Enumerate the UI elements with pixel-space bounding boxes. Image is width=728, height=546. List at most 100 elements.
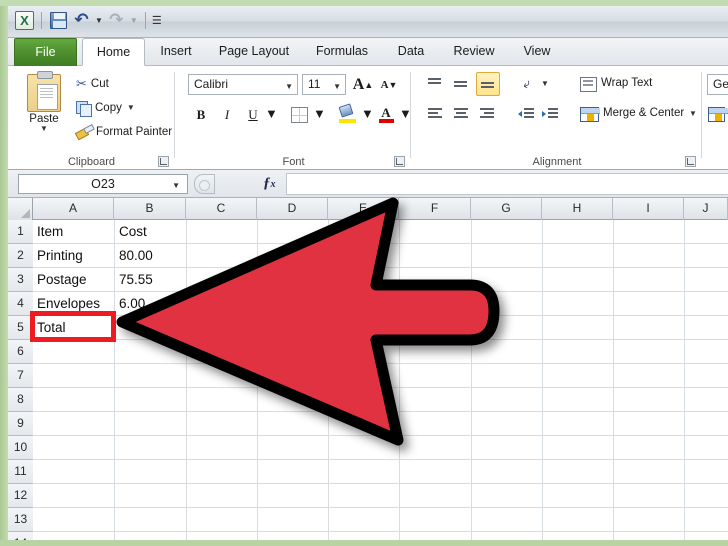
font-group-label: Font	[282, 156, 305, 168]
column-header-e[interactable]: E	[328, 198, 399, 220]
qat-customize-icon[interactable]: ☰	[152, 14, 162, 27]
tab-file[interactable]: File	[14, 38, 77, 66]
orientation-button[interactable]: ⤶	[516, 74, 538, 94]
paste-dropdown-icon[interactable]: ▼	[18, 125, 70, 133]
number-format-box[interactable]: Ge	[707, 74, 728, 95]
undo-dropdown-icon[interactable]: ▼	[94, 16, 104, 25]
bold-button[interactable]: B	[190, 104, 212, 126]
redo-icon[interactable]: ↷	[106, 10, 127, 31]
excel-logo-icon[interactable]: X	[14, 10, 35, 31]
copy-dropdown-icon[interactable]: ▼	[126, 104, 136, 112]
select-all-corner[interactable]	[8, 198, 33, 220]
decrease-indent-button[interactable]	[516, 104, 536, 124]
row-header-6[interactable]: 6	[8, 340, 33, 364]
cell-b4[interactable]: 6.00	[115, 292, 186, 316]
redo-glyph: ↷	[109, 10, 124, 30]
row-header-8[interactable]: 8	[8, 388, 33, 412]
save-icon[interactable]	[48, 10, 69, 31]
formula-input[interactable]	[286, 173, 728, 195]
row-header-12[interactable]: 12	[8, 484, 33, 508]
column-header-g[interactable]: G	[471, 198, 542, 220]
clipboard-dialog-launcher[interactable]	[158, 156, 169, 167]
row-header-9[interactable]: 9	[8, 412, 33, 436]
cell-b2[interactable]: 80.00	[115, 244, 186, 268]
name-box-dropdown-icon[interactable]: ▼	[172, 181, 180, 190]
font-dialog-launcher[interactable]	[394, 156, 405, 167]
worksheet-grid[interactable]: A B C D E F G H I J 1 2 3 4 5 6 7 8 9 10…	[8, 198, 728, 540]
fill-color-button[interactable]	[336, 102, 358, 126]
align-right-button[interactable]	[476, 104, 498, 124]
tab-data[interactable]: Data	[384, 38, 438, 66]
shrink-font-button[interactable]: A ▼	[378, 74, 400, 95]
redo-dropdown-icon[interactable]: ▼	[129, 16, 139, 25]
merge-center-label[interactable]: Merge & Center	[603, 107, 684, 119]
column-header-i[interactable]: I	[613, 198, 684, 220]
font-color-letter: A	[381, 105, 391, 120]
align-center-button[interactable]	[450, 104, 472, 124]
tab-page-layout[interactable]: Page Layout	[206, 38, 302, 66]
column-header-j[interactable]: J	[684, 198, 728, 220]
name-box-value: O23	[91, 177, 115, 191]
undo-icon[interactable]: ↶	[71, 10, 92, 31]
row-header-14[interactable]: 14	[8, 532, 33, 540]
align-left-button[interactable]	[424, 104, 446, 124]
insert-function-icon[interactable]: ƒx	[263, 175, 276, 192]
format-painter-button[interactable]: Format Painter	[76, 122, 172, 142]
orientation-dropdown-icon[interactable]: ▼	[540, 80, 550, 88]
number-format-value: Ge	[713, 77, 728, 91]
align-top-button[interactable]	[424, 74, 446, 94]
row-header-1[interactable]: 1	[8, 220, 33, 244]
row-header-3[interactable]: 3	[8, 268, 33, 292]
borders-button[interactable]	[288, 104, 310, 126]
merge-center-dropdown-icon[interactable]: ▼	[688, 110, 698, 118]
paste-button[interactable]: Paste ▼	[18, 71, 70, 146]
font-size-box[interactable]: 11 ▼	[302, 74, 346, 95]
column-header-c[interactable]: C	[186, 198, 257, 220]
column-header-b[interactable]: B	[114, 198, 186, 220]
cell-b1[interactable]: Cost	[115, 220, 186, 244]
tab-home[interactable]: Home	[82, 38, 145, 66]
merge-center-button[interactable]	[578, 104, 600, 124]
copy-button[interactable]: Copy ▼	[76, 98, 136, 118]
wrap-text-button[interactable]	[578, 74, 598, 94]
formula-bar-expand-button[interactable]	[194, 174, 215, 194]
fill-color-dropdown-icon[interactable]: ▼	[360, 107, 375, 120]
font-size-dropdown-icon[interactable]: ▼	[333, 82, 341, 91]
tab-review[interactable]: Review	[442, 38, 506, 66]
italic-button[interactable]: I	[216, 104, 238, 126]
borders-dropdown-icon[interactable]: ▼	[312, 107, 327, 120]
font-color-button[interactable]: A	[376, 102, 396, 126]
cell-b3[interactable]: 75.55	[115, 268, 186, 292]
underline-button[interactable]: U	[242, 104, 264, 126]
column-header-h[interactable]: H	[542, 198, 613, 220]
cut-button[interactable]: ✂ Cut	[76, 74, 109, 94]
tab-formulas[interactable]: Formulas	[304, 38, 380, 66]
tab-view[interactable]: View	[510, 38, 564, 66]
column-header-a[interactable]: A	[33, 198, 114, 220]
increase-indent-button[interactable]	[540, 104, 560, 124]
row-header-13[interactable]: 13	[8, 508, 33, 532]
name-box[interactable]: O23 ▼	[18, 174, 188, 194]
align-middle-button[interactable]	[450, 74, 472, 94]
accounting-format-button[interactable]	[707, 106, 728, 123]
shrink-font-label: A	[380, 78, 389, 91]
paintbrush-icon	[76, 125, 92, 139]
cell-a3[interactable]: Postage	[33, 268, 114, 292]
row-header-2[interactable]: 2	[8, 244, 33, 268]
cell-area[interactable]: Item Cost Printing 80.00 Postage 75.55 E…	[33, 220, 728, 540]
row-header-11[interactable]: 11	[8, 460, 33, 484]
row-header-7[interactable]: 7	[8, 364, 33, 388]
underline-dropdown-icon[interactable]: ▼	[264, 107, 279, 120]
column-header-d[interactable]: D	[257, 198, 328, 220]
row-header-10[interactable]: 10	[8, 436, 33, 460]
cell-a1[interactable]: Item	[33, 220, 114, 244]
wrap-text-label[interactable]: Wrap Text	[601, 77, 652, 89]
cell-a2[interactable]: Printing	[33, 244, 114, 268]
column-header-f[interactable]: F	[399, 198, 471, 220]
grow-font-button[interactable]: A ▲	[352, 74, 374, 95]
alignment-dialog-launcher[interactable]	[685, 156, 696, 167]
font-name-dropdown-icon[interactable]: ▼	[285, 82, 293, 91]
tab-insert[interactable]: Insert	[148, 38, 204, 66]
font-name-box[interactable]: Calibri ▼	[188, 74, 298, 95]
align-bottom-button[interactable]	[476, 72, 500, 96]
